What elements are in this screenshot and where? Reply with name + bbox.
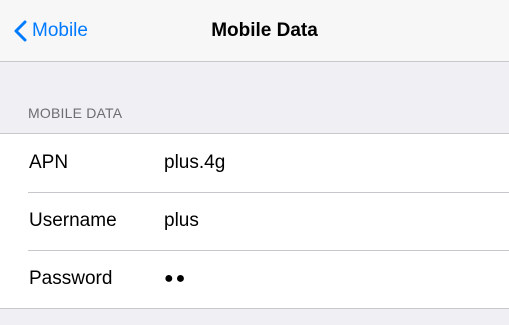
username-field[interactable]: plus bbox=[164, 210, 199, 232]
mobile-data-screen: Mobile Mobile Data MOBILE DATA APN plus.… bbox=[0, 0, 509, 325]
apn-label: APN bbox=[29, 152, 69, 173]
password-row[interactable]: Password ●● bbox=[0, 250, 509, 308]
apn-row[interactable]: APN plus.4g bbox=[0, 134, 509, 192]
apn-field[interactable]: plus.4g bbox=[164, 152, 225, 174]
navigation-bar: Mobile Mobile Data bbox=[0, 0, 509, 62]
section-header: MOBILE DATA bbox=[28, 105, 123, 121]
password-label: Password bbox=[29, 268, 113, 289]
page-title: Mobile Data bbox=[211, 20, 318, 41]
password-field[interactable]: ●● bbox=[164, 270, 187, 288]
settings-group: APN plus.4g Username plus Password ●● bbox=[0, 133, 509, 309]
username-row[interactable]: Username plus bbox=[0, 192, 509, 250]
username-label: Username bbox=[29, 210, 117, 231]
